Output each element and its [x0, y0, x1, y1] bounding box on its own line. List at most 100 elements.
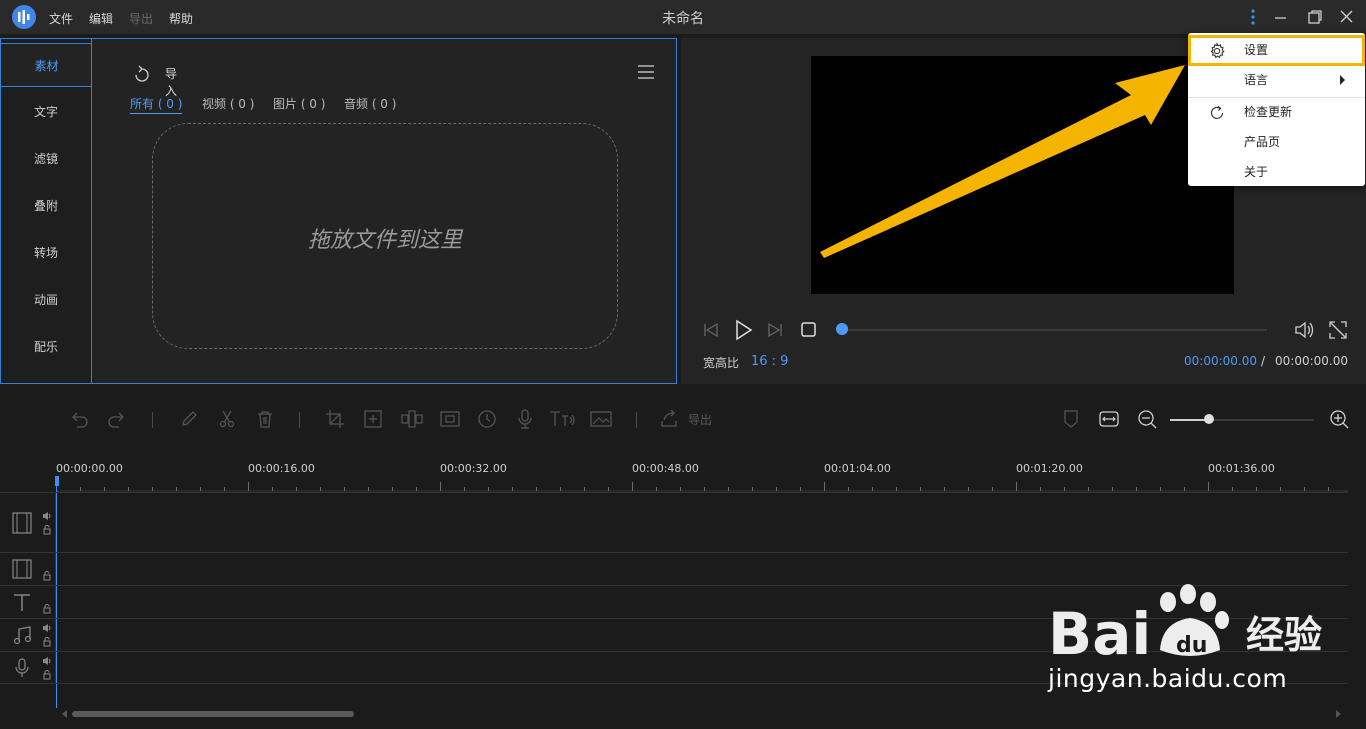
export-button[interactable] — [658, 408, 680, 433]
speaker-icon[interactable] — [42, 656, 52, 666]
zoom-slider-handle[interactable] — [1204, 414, 1214, 424]
tab-animations[interactable]: 动画 — [1, 278, 91, 322]
import-label: 导入 — [165, 67, 178, 98]
ruler-label: 00:01:36.00 — [1208, 462, 1275, 475]
tab-overlays[interactable]: 叠附 — [1, 184, 91, 228]
progress-handle[interactable] — [836, 323, 848, 335]
svg-text:du: du — [1176, 633, 1207, 658]
freeze-frame-icon[interactable] — [439, 408, 461, 433]
import-icon — [135, 65, 149, 82]
redo-icon[interactable] — [106, 408, 128, 433]
menu-item-about[interactable]: 关于 — [1188, 157, 1365, 187]
next-frame-icon[interactable] — [765, 318, 785, 345]
time-separator: / — [1261, 354, 1266, 368]
fullscreen-icon[interactable] — [1327, 318, 1349, 345]
ruler-label: 00:00:32.00 — [440, 462, 507, 475]
menu-item-settings[interactable]: 设置 — [1188, 35, 1365, 66]
stop-icon[interactable] — [800, 318, 818, 345]
baidu-logo-cn: 经验 — [1246, 613, 1322, 657]
menu-export[interactable]: 导出 — [129, 10, 153, 27]
lock-icon[interactable] — [42, 571, 52, 581]
product-page-label: 产品页 — [1244, 135, 1281, 149]
lock-icon[interactable] — [42, 637, 52, 647]
drop-zone[interactable]: 拖放文件到这里 — [152, 123, 618, 349]
options-dropdown: 设置 语言 检查更新 产品页 关于 — [1188, 33, 1365, 186]
restore-icon[interactable] — [1304, 6, 1326, 28]
video-track[interactable] — [0, 492, 1348, 552]
play-icon[interactable] — [732, 318, 754, 345]
tab-music[interactable]: 配乐 — [1, 325, 91, 369]
check-update-label: 检查更新 — [1244, 105, 1293, 119]
fit-timeline-icon[interactable] — [1098, 408, 1120, 433]
speaker-icon[interactable] — [42, 623, 52, 633]
image-adjust-icon[interactable] — [589, 408, 613, 433]
filter-video[interactable]: 视频 ( 0 ) — [202, 95, 254, 112]
scissors-icon[interactable] — [216, 408, 238, 433]
menu-edit[interactable]: 编辑 — [89, 10, 113, 27]
media-panel: 素材 文字 滤镜 叠附 转场 动画 配乐 导入 所有 ( 0 ) 视频 ( 0 … — [0, 38, 677, 384]
crop-icon[interactable] — [324, 408, 346, 433]
filter-all[interactable]: 所有 ( 0 ) — [130, 95, 183, 114]
speaker-icon[interactable] — [42, 511, 52, 521]
close-icon[interactable] — [1336, 6, 1358, 28]
list-view-icon[interactable] — [636, 63, 656, 84]
scroll-right-icon[interactable] — [1336, 710, 1341, 718]
zoom-frame-icon[interactable] — [362, 408, 384, 433]
track-header — [0, 493, 56, 552]
export-label[interactable]: 导出 — [688, 411, 712, 428]
aspect-ratio-label: 宽高比 — [703, 356, 740, 370]
aspect-ratio-value[interactable]: 16 : 9 — [751, 354, 788, 369]
marker-icon[interactable] — [1060, 408, 1082, 433]
import-button[interactable]: 导入 — [132, 63, 177, 98]
horizontal-scrollbar[interactable] — [72, 711, 354, 717]
tab-transitions[interactable]: 转场 — [1, 231, 91, 275]
lock-icon[interactable] — [42, 525, 52, 535]
minimize-icon[interactable] — [1270, 6, 1292, 28]
lock-icon[interactable] — [42, 670, 52, 680]
playhead-handle[interactable] — [55, 476, 59, 486]
menu-item-product-page[interactable]: 产品页 — [1188, 127, 1365, 157]
tab-filters[interactable]: 滤镜 — [1, 137, 91, 181]
app-logo-icon — [12, 5, 36, 29]
filter-image[interactable]: 图片 ( 0 ) — [273, 95, 325, 112]
duration-icon[interactable] — [476, 408, 498, 433]
timeline-ruler[interactable]: 00:00:00.00 00:00:16.00 00:00:32.00 00:0… — [56, 458, 1348, 492]
ruler-label: 00:01:04.00 — [824, 462, 891, 475]
baidu-watermark: Bai du 经验 jingyan.baidu.com — [1040, 580, 1340, 700]
microphone-icon[interactable] — [514, 408, 536, 433]
edit-pencil-icon[interactable] — [178, 408, 200, 433]
refresh-icon — [1210, 106, 1224, 119]
lock-icon[interactable] — [42, 604, 52, 614]
zoom-out-icon[interactable] — [1136, 408, 1158, 433]
about-label: 关于 — [1244, 165, 1269, 179]
filter-audio[interactable]: 音频 ( 0 ) — [344, 95, 396, 112]
tab-text[interactable]: 文字 — [1, 90, 91, 134]
volume-icon[interactable] — [1293, 318, 1317, 345]
window-title: 未命名 — [662, 11, 704, 27]
toolbar-divider — [152, 412, 153, 428]
more-options-icon[interactable] — [1242, 6, 1264, 28]
ruler-label: 00:00:00.00 — [56, 462, 123, 475]
toolbar-divider — [299, 412, 300, 428]
ruler-label: 00:00:16.00 — [248, 462, 315, 475]
text-to-speech-icon[interactable] — [548, 408, 578, 433]
menu-item-language[interactable]: 语言 — [1188, 65, 1365, 95]
zoom-in-icon[interactable] — [1328, 408, 1350, 433]
scroll-left-icon[interactable] — [62, 710, 67, 718]
menu-help[interactable]: 帮助 — [169, 10, 193, 27]
ruler-label: 00:01:20.00 — [1016, 462, 1083, 475]
music-note-icon — [13, 626, 32, 645]
tab-media[interactable]: 素材 — [1, 43, 92, 87]
progress-track[interactable] — [841, 329, 1267, 331]
text-icon — [14, 594, 30, 611]
delete-icon[interactable] — [254, 408, 276, 433]
track-header — [0, 652, 56, 683]
track-header — [0, 553, 56, 585]
timeline-toolbar: 导出 — [0, 398, 1366, 442]
mosaic-icon[interactable] — [400, 408, 424, 433]
settings-label: 设置 — [1244, 43, 1269, 57]
menu-item-check-update[interactable]: 检查更新 — [1188, 97, 1365, 127]
menu-file[interactable]: 文件 — [49, 10, 73, 27]
undo-icon[interactable] — [68, 408, 90, 433]
prev-frame-icon[interactable] — [701, 318, 721, 345]
